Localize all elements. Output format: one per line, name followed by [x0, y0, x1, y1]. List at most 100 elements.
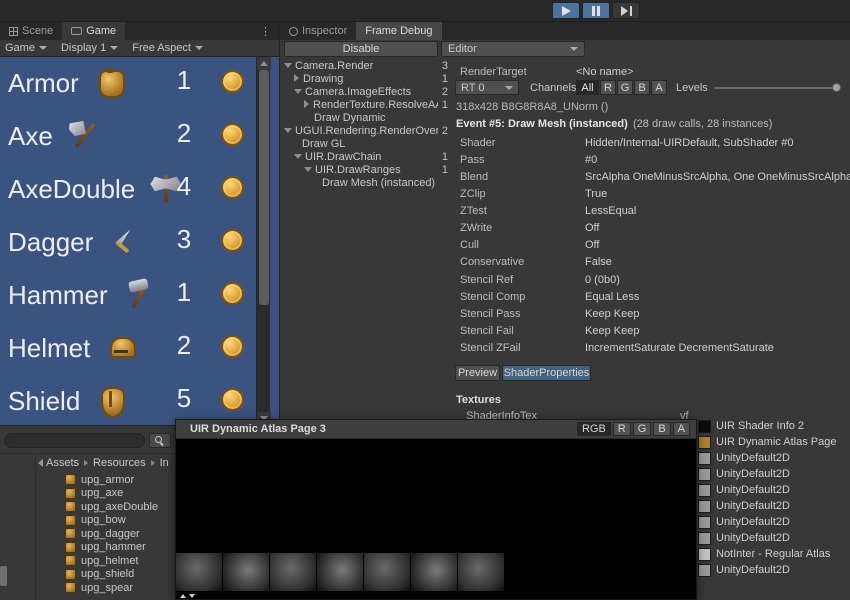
shader-property-row: Stencil ZFailIncrementSaturate Decrement…: [452, 340, 848, 356]
tab-scene[interactable]: Scene: [0, 22, 62, 40]
texture-value-row[interactable]: UnityDefault2D: [698, 514, 848, 530]
texture-value-row[interactable]: UnityDefault2D: [698, 498, 848, 514]
shader-properties-button[interactable]: ShaderProperties: [502, 365, 591, 381]
asset-item[interactable]: upg_axe: [37, 487, 175, 501]
shop-item-row[interactable]: Shield 5: [0, 375, 279, 425]
disable-button[interactable]: Disable: [284, 41, 438, 57]
shop-item-row[interactable]: Dagger 3: [0, 216, 279, 269]
frame-event-row[interactable]: Draw Mesh (instanced): [282, 177, 450, 190]
shop-item-row[interactable]: Axe 2: [0, 110, 279, 163]
asset-sprite-icon: [65, 542, 76, 553]
levels-slider[interactable]: [714, 87, 840, 89]
channel-a-button[interactable]: A: [673, 422, 690, 436]
game-render-area: Armor 1 Axe 2 AxeDouble 4 Dagger 3: [0, 57, 279, 425]
frame-event-row[interactable]: RenderTexture.ResolveAA1: [282, 99, 450, 112]
channel-a-button[interactable]: A: [651, 80, 667, 95]
texture-value-row[interactable]: UnityDefault2D: [698, 466, 848, 482]
asset-item[interactable]: upg_armor: [37, 473, 175, 487]
foldout-open-icon[interactable]: [284, 128, 292, 133]
tab-frame-debug[interactable]: Frame Debug: [356, 22, 441, 40]
scroll-up-icon[interactable]: [180, 594, 186, 598]
scrollbar-thumb[interactable]: [0, 566, 7, 586]
breadcrumb-segment[interactable]: In: [160, 457, 169, 469]
frame-event-row[interactable]: Draw Dynamic: [282, 112, 450, 125]
play-button[interactable]: [552, 2, 580, 19]
asset-item[interactable]: upg_shield: [37, 568, 175, 582]
search-button[interactable]: [149, 433, 171, 448]
render-target-dropdown[interactable]: RT 0: [455, 80, 519, 95]
frame-event-row[interactable]: UIR.DrawRanges1: [282, 164, 450, 177]
scroll-up-icon[interactable]: [257, 57, 271, 70]
scrollbar-thumb[interactable]: [259, 70, 269, 305]
asset-item[interactable]: upg_spear: [37, 581, 175, 595]
step-button[interactable]: [612, 2, 640, 19]
project-panel: Assets Resources In upg_armor upg_axe up…: [0, 425, 175, 600]
shop-item-row[interactable]: AxeDouble 4: [0, 163, 279, 216]
asset-sprite-icon: [65, 555, 76, 566]
channel-r-button[interactable]: R: [600, 80, 616, 95]
breadcrumb-segment[interactable]: Resources: [93, 457, 146, 469]
frame-event-row[interactable]: Drawing1: [282, 73, 450, 86]
foldout-open-icon[interactable]: [304, 167, 312, 172]
atlas-sprite-thumbnail: [411, 553, 457, 591]
channel-g-button[interactable]: G: [617, 80, 633, 95]
foldout-open-icon[interactable]: [294, 89, 302, 94]
frame-event-row[interactable]: Camera.ImageEffects2: [282, 86, 450, 99]
frame-event-row[interactable]: Camera.Render3: [282, 60, 450, 73]
asset-item[interactable]: upg_hammer: [37, 541, 175, 555]
asset-item[interactable]: upg_dagger: [37, 527, 175, 541]
texture-value-row[interactable]: UnityDefault2D: [698, 530, 848, 546]
display-dropdown[interactable]: Display 1: [61, 42, 118, 54]
texture-thumbnail: [698, 452, 711, 465]
channel-g-button[interactable]: G: [633, 422, 652, 436]
frame-event-row[interactable]: UIR.DrawChain1: [282, 151, 450, 164]
tab-inspector[interactable]: Inspector: [280, 22, 356, 40]
frame-event-row[interactable]: UGUI.Rendering.RenderOverla2: [282, 125, 450, 138]
panel-menu-icon[interactable]: ⋮: [260, 25, 271, 38]
shader-property-row: ZWriteOff: [452, 220, 848, 236]
asset-item[interactable]: upg_axeDouble: [37, 500, 175, 514]
inspector-icon: [289, 27, 298, 36]
atlas-sprite-thumbnail: [458, 553, 504, 591]
levels-slider-thumb[interactable]: [832, 83, 841, 92]
channel-rgb-button[interactable]: RGB: [577, 422, 611, 436]
atlas-window-titlebar[interactable]: UIR Dynamic Atlas Page 3 RGB R G B A: [176, 420, 696, 439]
channel-b-button[interactable]: B: [653, 422, 670, 436]
texture-value-row[interactable]: UnityDefault2D: [698, 482, 848, 498]
shop-item-row[interactable]: Hammer 1: [0, 269, 279, 322]
texture-value-row[interactable]: NotInter - Regular Atlas: [698, 546, 848, 562]
asset-sprite-icon: [65, 501, 76, 512]
channel-r-button[interactable]: R: [613, 422, 631, 436]
texture-value-row[interactable]: UnityDefault2D: [698, 450, 848, 466]
shop-item-row[interactable]: Helmet 2: [0, 322, 279, 375]
breadcrumb-segment[interactable]: Assets: [46, 457, 79, 469]
axe-icon: [68, 120, 100, 152]
channel-b-button[interactable]: B: [634, 80, 650, 95]
preview-button[interactable]: Preview: [455, 365, 500, 381]
pause-icon: [592, 6, 600, 16]
search-input[interactable]: [4, 433, 145, 448]
foldout-closed-icon[interactable]: [304, 100, 309, 108]
tab-game[interactable]: Game: [62, 22, 125, 40]
foldout-open-icon[interactable]: [284, 63, 292, 68]
collapse-left-icon[interactable]: [38, 459, 43, 467]
texture-thumbnail: [698, 468, 711, 481]
step-forward-icon: [621, 6, 632, 16]
frame-event-row[interactable]: Draw GL: [282, 138, 450, 151]
asset-sprite-icon: [65, 582, 76, 593]
texture-value-row[interactable]: UIR Shader Info 2: [698, 418, 848, 434]
aspect-dropdown[interactable]: Free Aspect: [132, 42, 203, 54]
texture-value-row[interactable]: UnityDefault2D: [698, 562, 848, 578]
shop-item-row[interactable]: Armor 1: [0, 57, 279, 110]
scroll-down-icon[interactable]: [189, 594, 195, 598]
pause-button[interactable]: [582, 2, 610, 19]
asset-item[interactable]: upg_helmet: [37, 554, 175, 568]
coin-icon: [221, 70, 244, 93]
foldout-open-icon[interactable]: [294, 154, 302, 159]
channel-all-button[interactable]: All: [576, 80, 599, 95]
editor-target-dropdown[interactable]: Editor: [441, 41, 585, 57]
texture-value-row[interactable]: UIR Dynamic Atlas Page: [698, 434, 848, 450]
asset-item[interactable]: upg_bow: [37, 514, 175, 528]
foldout-closed-icon[interactable]: [294, 74, 299, 82]
game-mode-dropdown[interactable]: Game: [5, 42, 47, 54]
